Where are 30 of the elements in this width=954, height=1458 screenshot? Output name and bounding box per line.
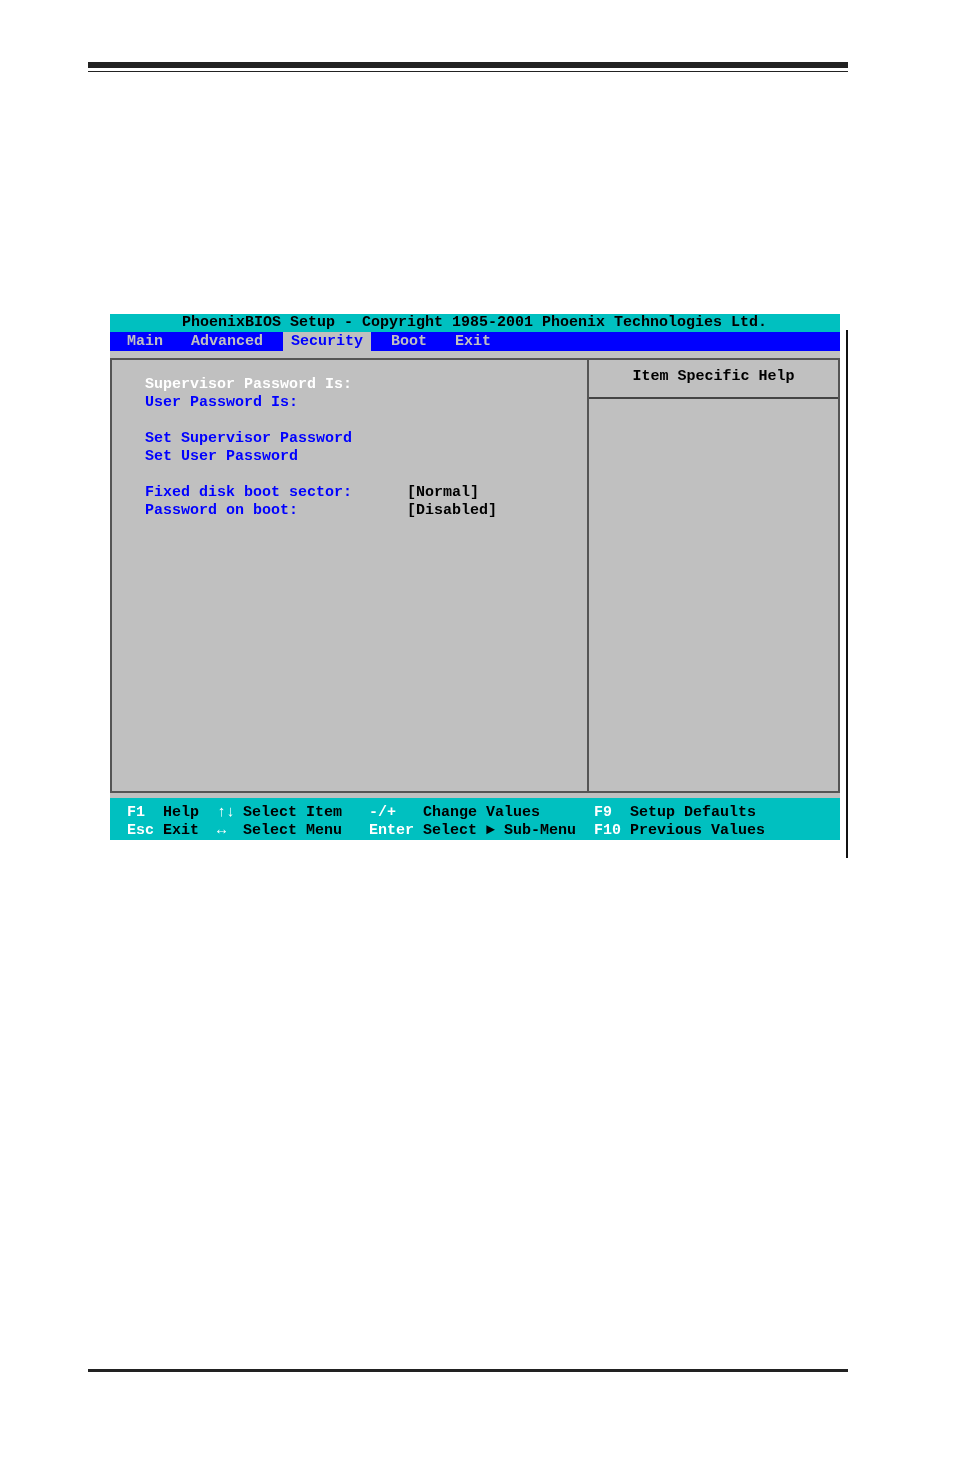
key-label: F1 <box>127 804 146 822</box>
menu-tab[interactable]: Advanced <box>183 332 272 351</box>
key-action: Select Item <box>243 804 344 822</box>
key-label: F10 <box>594 822 622 840</box>
setting-label[interactable]: Password on boot: <box>145 502 407 520</box>
setting-label[interactable]: Set User Password <box>145 448 407 466</box>
setting-label[interactable]: Set Supervisor Password <box>145 430 407 448</box>
key-action: Help <box>163 804 200 822</box>
key-label: -/+ <box>369 804 397 822</box>
setting-label[interactable]: User Password Is: <box>145 394 407 412</box>
key-action: Previous Values <box>630 822 767 840</box>
setting-value[interactable]: [Disabled] <box>407 502 497 520</box>
help-title: Item Specific Help <box>589 360 838 399</box>
key-action: Select ► Sub-Menu <box>423 822 578 840</box>
key-action: Select Menu <box>243 822 344 840</box>
menu-tab[interactable]: Boot <box>383 332 436 351</box>
key-action: Exit <box>163 822 200 840</box>
window-title: PhoenixBIOS Setup - Copyright 1985-2001 Phoenix Technologies Ltd. <box>110 314 840 332</box>
menu-tab[interactable]: Exit <box>447 332 500 351</box>
key-action: Change Values <box>423 804 542 822</box>
key-label: ↔ <box>217 822 227 840</box>
key-label: F9 <box>594 804 613 822</box>
menu-tab[interactable]: Security <box>283 332 372 351</box>
key-label: ↑↓ <box>217 804 236 822</box>
setting-label[interactable]: Fixed disk boot sector: <box>145 484 407 502</box>
key-label: Esc <box>127 822 155 840</box>
key-label: Enter <box>369 822 415 840</box>
key-action: Setup Defaults <box>630 804 758 822</box>
menu-tab[interactable]: Main <box>119 332 171 351</box>
setting-value[interactable]: [Normal] <box>407 484 479 502</box>
